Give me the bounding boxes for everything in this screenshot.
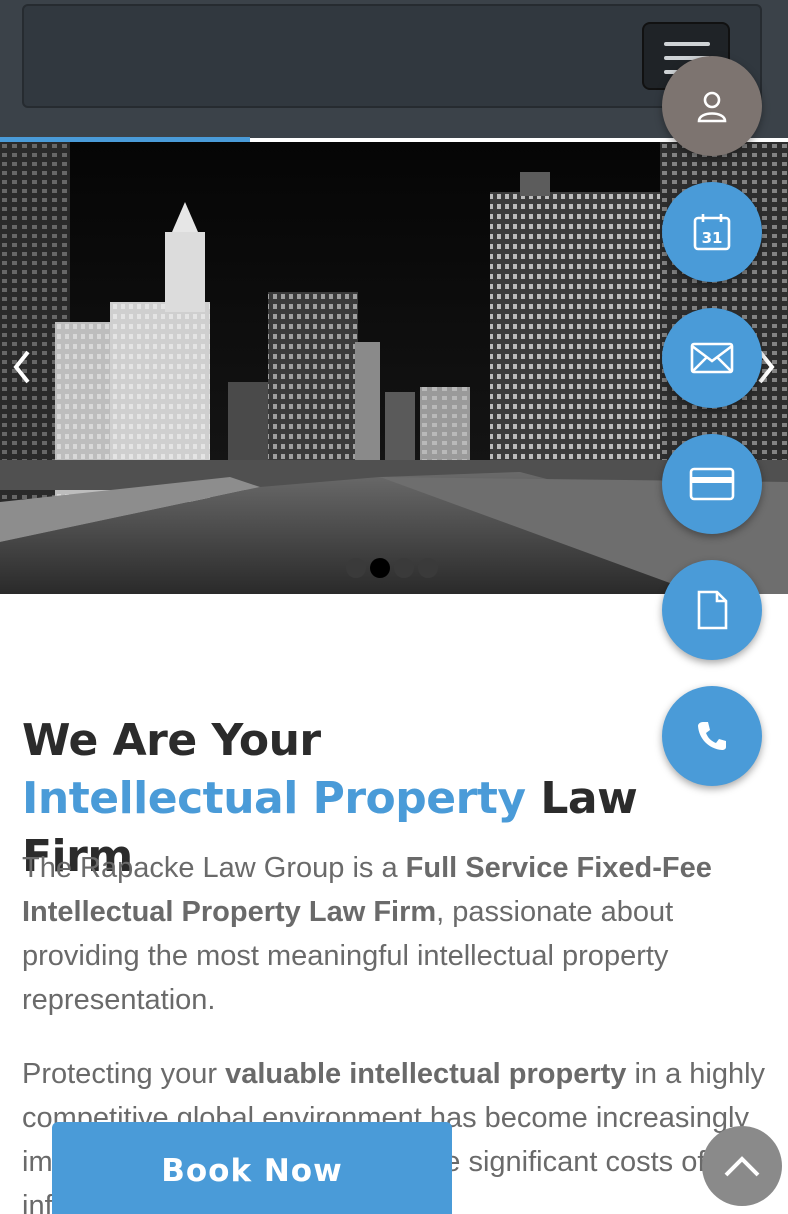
title-line-1: We Are Your xyxy=(22,715,321,766)
scroll-to-top-button[interactable] xyxy=(702,1126,782,1206)
user-icon xyxy=(697,91,727,123)
protection-text-a: Protecting your xyxy=(22,1058,226,1090)
schedule-button[interactable]: 31 xyxy=(662,182,762,282)
title-accent: Intellectual Property xyxy=(22,773,526,824)
slider-dot[interactable] xyxy=(394,558,414,578)
chevron-left-icon xyxy=(13,350,30,384)
intro-paragraph: The Rapacke Law Group is a Full Service … xyxy=(22,846,766,1022)
chevron-up-icon xyxy=(724,1156,760,1177)
slider-dot[interactable] xyxy=(346,558,366,578)
slider-dot[interactable] xyxy=(418,558,438,578)
slider-dots xyxy=(346,558,446,580)
email-button[interactable] xyxy=(662,308,762,408)
payment-button[interactable] xyxy=(662,434,762,534)
protection-text-bold: valuable intellectual property xyxy=(225,1058,627,1090)
intro-text-a: The Rapacke Law Group is a xyxy=(22,852,406,884)
documents-button[interactable] xyxy=(662,560,762,660)
slider-dot-active[interactable] xyxy=(370,558,390,578)
svg-text:31: 31 xyxy=(702,229,723,247)
account-button[interactable] xyxy=(662,56,762,156)
document-icon xyxy=(697,590,728,630)
credit-card-icon xyxy=(689,467,735,501)
calendar-icon: 31 xyxy=(693,214,731,251)
slider-prev-button[interactable] xyxy=(6,342,36,392)
envelope-icon xyxy=(690,342,734,374)
book-now-button[interactable]: Book Now xyxy=(52,1122,452,1214)
